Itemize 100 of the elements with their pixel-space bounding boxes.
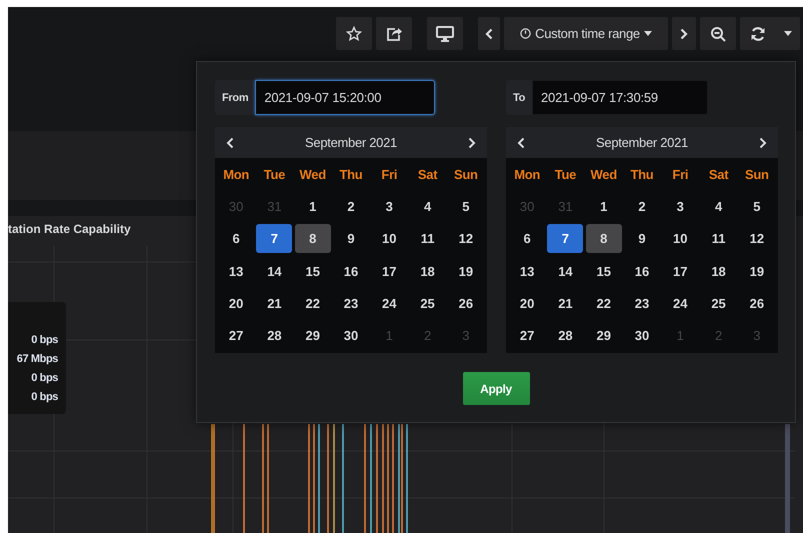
day-button[interactable]: 21 xyxy=(256,288,292,318)
to-input[interactable]: 2021-09-07 17:30:59 xyxy=(532,80,708,115)
day-button[interactable]: 30 xyxy=(332,321,369,350)
legend-value: 0 bps xyxy=(31,333,58,348)
day-button[interactable]: 14 xyxy=(547,256,584,286)
day-button[interactable]: 14 xyxy=(256,256,292,286)
day-button[interactable]: 25 xyxy=(700,288,737,318)
panel-title: tation Rate Capability xyxy=(8,221,131,238)
day-button[interactable]: 2 xyxy=(332,192,369,221)
star-icon xyxy=(346,26,362,42)
day-button[interactable]: 22 xyxy=(586,288,622,318)
weekday-label: Fri xyxy=(672,166,688,182)
chevron-right-icon xyxy=(759,136,767,148)
day-button[interactable]: 11 xyxy=(410,224,446,254)
day-button[interactable]: 6 xyxy=(509,224,546,254)
day-button[interactable]: 24 xyxy=(371,288,408,318)
day-button[interactable]: 17 xyxy=(371,256,408,286)
clock-icon xyxy=(520,28,532,39)
weekday-label: Tue xyxy=(264,166,286,182)
legend-value: 67 Mbps xyxy=(16,352,58,367)
weekday-label: Sat xyxy=(708,166,728,182)
day-button[interactable]: 20 xyxy=(509,288,546,318)
chevron-left-icon xyxy=(226,136,234,148)
day-button[interactable]: 3 xyxy=(662,192,698,221)
chevron-right-icon xyxy=(468,136,476,148)
day-button[interactable]: 8 xyxy=(586,224,622,254)
from-input[interactable]: 2021-09-07 15:20:00 xyxy=(255,80,436,115)
day-button[interactable]: 15 xyxy=(294,256,331,286)
day-button[interactable]: 3 xyxy=(371,192,408,221)
day-button[interactable]: 7 xyxy=(547,224,584,254)
day-button[interactable]: 18 xyxy=(410,256,446,286)
to-label: To xyxy=(506,80,532,115)
day-button[interactable]: 19 xyxy=(448,256,484,286)
day-button[interactable]: 8 xyxy=(294,224,331,254)
day-button[interactable]: 27 xyxy=(218,321,254,350)
previous-range-button[interactable] xyxy=(478,17,500,50)
weekday-label: Wed xyxy=(590,166,617,182)
weekday-label: Mon xyxy=(223,166,250,182)
weekday-label: Sun xyxy=(745,166,769,182)
day-button[interactable]: 19 xyxy=(738,256,775,286)
legend-value: 0 bps xyxy=(31,390,58,405)
weekday-label: Wed xyxy=(300,166,326,182)
day-button[interactable]: 28 xyxy=(256,321,292,350)
day-button[interactable]: 11 xyxy=(700,224,737,254)
month-title: September 2021 xyxy=(305,135,397,150)
star-button[interactable] xyxy=(336,17,372,50)
day-button[interactable]: 4 xyxy=(410,192,446,221)
apply-button[interactable]: Apply xyxy=(462,372,530,405)
day-button[interactable]: 29 xyxy=(586,321,622,350)
next-range-button[interactable] xyxy=(672,17,696,50)
share-icon xyxy=(386,26,402,41)
zoom-out-icon xyxy=(710,26,726,42)
day-button[interactable]: 6 xyxy=(218,224,254,254)
day-button[interactable]: 2 xyxy=(624,192,660,221)
month-title: September 2021 xyxy=(596,135,688,150)
day-button[interactable]: 1 xyxy=(294,192,331,221)
day-button[interactable]: 13 xyxy=(218,256,254,286)
chevron-right-icon xyxy=(680,28,688,40)
day-button[interactable]: 12 xyxy=(738,224,775,254)
zoom-out-button[interactable] xyxy=(700,17,736,50)
day-button[interactable]: 22 xyxy=(294,288,331,318)
day-button[interactable]: 10 xyxy=(662,224,698,254)
day-button[interactable]: 9 xyxy=(332,224,369,254)
day-button[interactable]: 23 xyxy=(624,288,660,318)
day-button[interactable]: 13 xyxy=(509,256,546,286)
caret-icon xyxy=(784,31,792,36)
day-button[interactable]: 7 xyxy=(256,224,292,254)
day-button[interactable]: 28 xyxy=(547,321,584,350)
day-button[interactable]: 17 xyxy=(662,256,698,286)
day-button[interactable]: 1 xyxy=(586,192,622,221)
day-button[interactable]: 21 xyxy=(547,288,584,318)
chevron-left-icon xyxy=(485,28,493,40)
day-button[interactable]: 16 xyxy=(332,256,369,286)
legend-value: 0 bps xyxy=(31,371,58,386)
day-button[interactable]: 24 xyxy=(662,288,698,318)
day-button[interactable]: 26 xyxy=(448,288,484,318)
day-button[interactable]: 5 xyxy=(448,192,484,221)
day-button[interactable]: 29 xyxy=(294,321,331,350)
day-button[interactable]: 30 xyxy=(624,321,660,350)
day-button[interactable]: 26 xyxy=(738,288,775,318)
share-button[interactable] xyxy=(376,17,412,50)
day-button[interactable]: 15 xyxy=(586,256,622,286)
monitor-icon xyxy=(436,26,454,42)
day-button[interactable]: 5 xyxy=(738,192,775,221)
day-button[interactable]: 18 xyxy=(700,256,737,286)
day-button[interactable]: 4 xyxy=(700,192,737,221)
day-button[interactable]: 9 xyxy=(624,224,660,254)
weekday-label: Thu xyxy=(630,166,654,182)
day-button[interactable]: 25 xyxy=(410,288,446,318)
day-button[interactable]: 16 xyxy=(624,256,660,286)
from-label: From xyxy=(215,80,256,115)
monitor-button[interactable] xyxy=(427,17,463,50)
day-button[interactable]: 20 xyxy=(218,288,254,318)
day-button[interactable]: 10 xyxy=(371,224,408,254)
time-range-button[interactable]: Custom time range xyxy=(504,17,668,50)
refresh-icon xyxy=(750,26,766,42)
day-button[interactable]: 23 xyxy=(332,288,369,318)
day-button[interactable]: 12 xyxy=(448,224,484,254)
day-button[interactable]: 27 xyxy=(509,321,546,350)
weekday-label: Mon xyxy=(514,166,540,182)
